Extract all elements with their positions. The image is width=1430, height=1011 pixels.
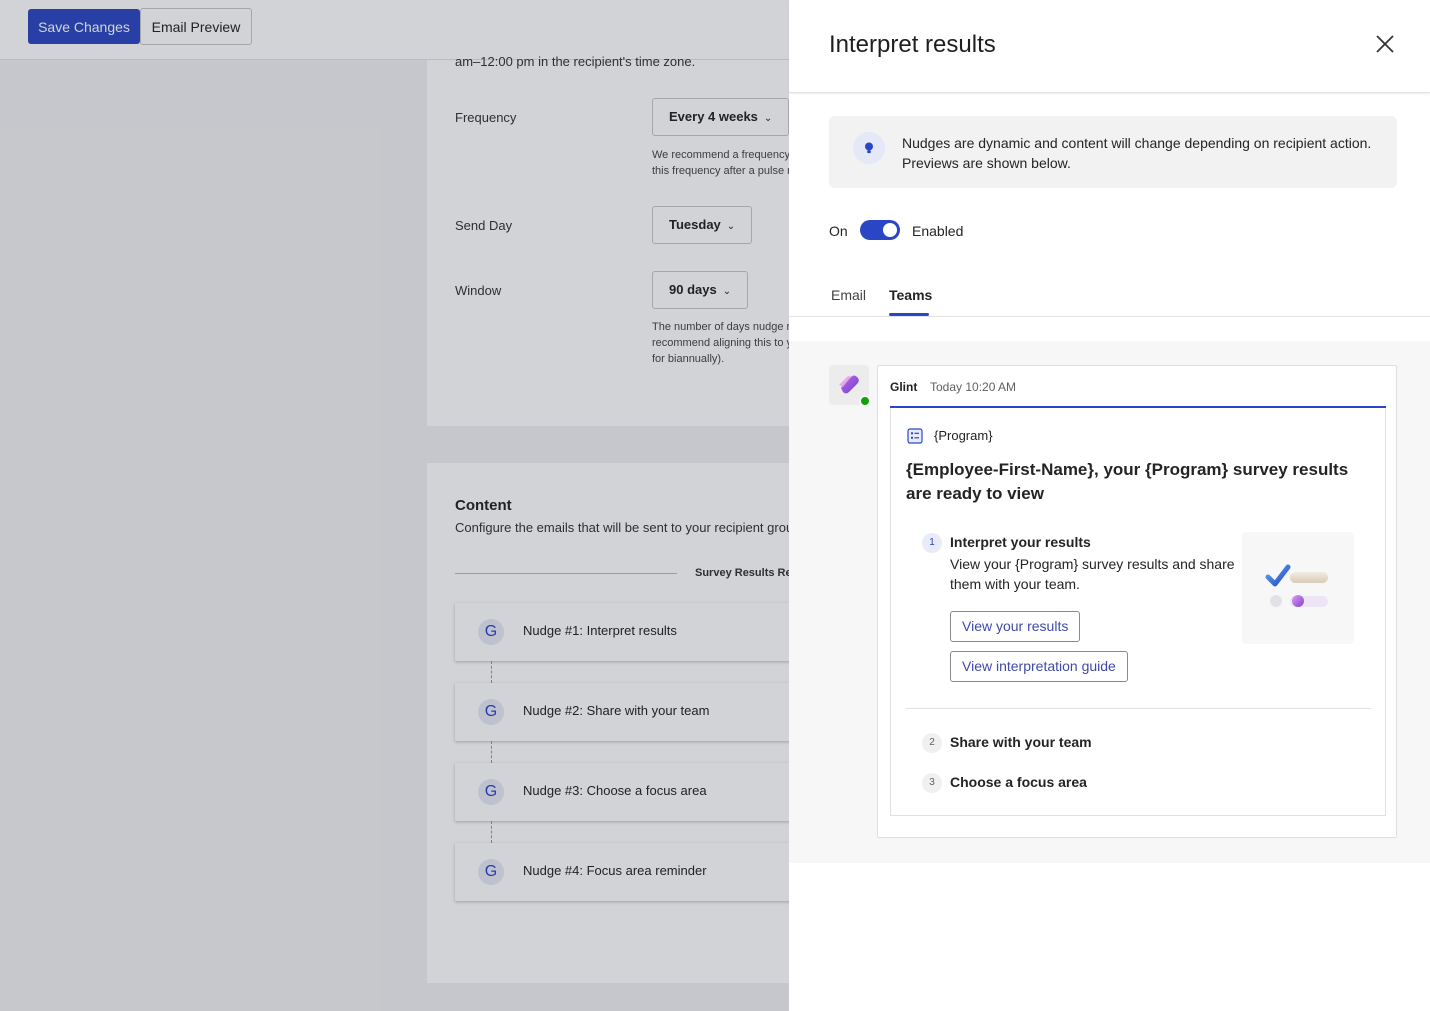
enable-toggle[interactable] xyxy=(860,220,900,240)
adaptive-card: {Program} {Employee-First-Name}, your {P… xyxy=(890,408,1386,816)
tab-email[interactable]: Email xyxy=(831,287,866,303)
card-divider xyxy=(906,708,1371,709)
message-timestamp: Today 10:20 AM xyxy=(930,380,1017,394)
step-title: Share with your team xyxy=(950,734,1092,750)
active-tab-indicator xyxy=(889,313,929,316)
close-icon[interactable] xyxy=(1373,32,1397,56)
step-description: View your {Program} survey results and s… xyxy=(950,556,1235,592)
results-illustration xyxy=(1242,532,1354,644)
step-title: Choose a focus area xyxy=(950,774,1087,790)
toggle-knob xyxy=(883,223,897,237)
info-text: Nudges are dynamic and content will chan… xyxy=(902,135,1372,171)
teams-message: Glint Today 10:20 AM {Program} {Employee… xyxy=(877,365,1397,838)
toggle-label: On xyxy=(829,223,848,239)
teams-preview: Glint Today 10:20 AM {Program} {Employee… xyxy=(789,341,1430,863)
side-panel: Interpret results Nudges are dynamic and… xyxy=(789,0,1430,1011)
survey-list-icon xyxy=(907,428,923,444)
view-results-button[interactable]: View your results xyxy=(950,611,1081,642)
checklist-illustration-icon xyxy=(1265,564,1328,607)
preview-tabs: Email Teams xyxy=(789,280,1430,317)
info-banner: Nudges are dynamic and content will chan… xyxy=(829,116,1397,188)
online-status-icon xyxy=(859,395,871,407)
step-number: 2 xyxy=(922,733,942,753)
tab-teams[interactable]: Teams xyxy=(889,287,932,303)
toggle-state: Enabled xyxy=(912,223,964,239)
card-headline: {Employee-First-Name}, your {Program} su… xyxy=(906,460,1349,503)
step-number: 3 xyxy=(922,773,942,793)
view-interpretation-guide-button[interactable]: View interpretation guide xyxy=(950,651,1128,682)
panel-header: Interpret results xyxy=(789,0,1430,93)
panel-title: Interpret results xyxy=(829,31,996,58)
step-title: Interpret your results xyxy=(950,534,1091,550)
lightbulb-icon xyxy=(853,132,885,164)
message-sender: Glint xyxy=(890,380,918,394)
step-number: 1 xyxy=(922,533,942,553)
program-name: {Program} xyxy=(934,428,993,443)
